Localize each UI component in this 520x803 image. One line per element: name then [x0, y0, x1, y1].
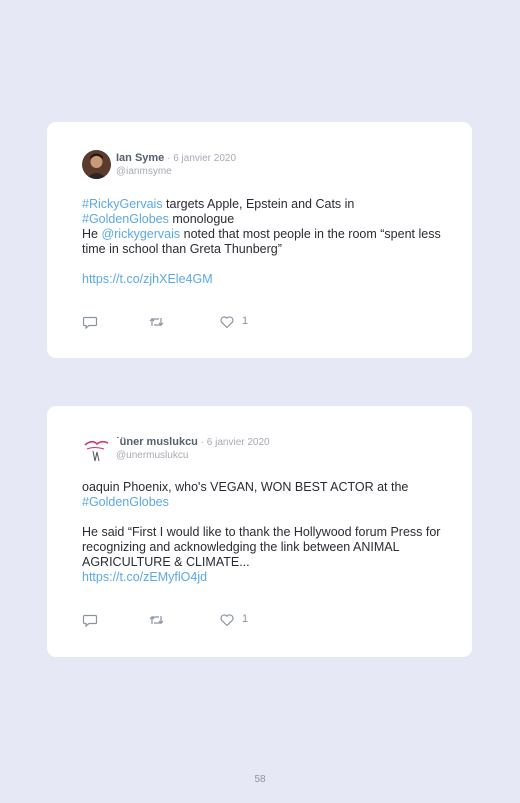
author-handle[interactable]: @unermuslukcu	[116, 450, 270, 462]
tweet-date[interactable]: · 6 janvier 2020	[164, 153, 236, 164]
tweet-url-link[interactable]: https://t.co/zEMyflO4jd	[82, 570, 207, 584]
tweet-text-segment: targets Apple, Epstein and Cats in	[162, 197, 355, 211]
author-name[interactable]: Ian Syme	[116, 152, 164, 164]
heart-icon[interactable]	[219, 314, 235, 330]
author-name[interactable]: ˙üner muslukcu	[116, 436, 198, 448]
avatar[interactable]	[82, 434, 111, 463]
retweet-icon[interactable]	[148, 612, 165, 628]
like-count: 1	[242, 315, 249, 327]
reply-icon[interactable]	[82, 314, 98, 330]
tweet-card: Ian Syme · 6 janvier 2020 @ianmsyme #Ric…	[47, 122, 472, 358]
tweet-text-segment: monologue	[168, 212, 235, 226]
tweet-text-segment: He	[82, 227, 102, 241]
hashtag-link[interactable]: #GoldenGlobes	[82, 495, 169, 509]
tweet-card: ˙üner muslukcu · 6 janvier 2020 @unermus…	[47, 406, 472, 657]
like-count: 1	[242, 613, 249, 625]
mention-link[interactable]: @rickygervais	[101, 227, 180, 241]
avatar[interactable]	[82, 150, 111, 179]
hashtag-link[interactable]: #RickyGervais	[82, 197, 163, 211]
page-number: 58	[254, 774, 266, 785]
hashtag-link[interactable]: #GoldenGlobes	[82, 212, 169, 226]
tweet-url-link[interactable]: https://t.co/zjhXEle4GM	[82, 272, 213, 286]
reply-icon[interactable]	[82, 612, 98, 628]
tweet-date[interactable]: · 6 janvier 2020	[198, 437, 270, 448]
tweet-text-segment: oaquin Phoenix, who's VEGAN, WON BEST AC…	[82, 480, 409, 494]
tweet-actions: 1	[82, 612, 282, 628]
retweet-icon[interactable]	[148, 314, 165, 330]
tweet-text: #RickyGervais targets Apple, Epstein and…	[82, 197, 444, 287]
tweet-text: oaquin Phoenix, who's VEGAN, WON BEST AC…	[82, 480, 444, 585]
tweet-actions: 1	[82, 314, 282, 330]
tweet-text-segment: He said “First I would like to thank the…	[82, 525, 441, 569]
author-handle[interactable]: @ianmsyme	[116, 166, 236, 178]
heart-icon[interactable]	[219, 612, 235, 628]
